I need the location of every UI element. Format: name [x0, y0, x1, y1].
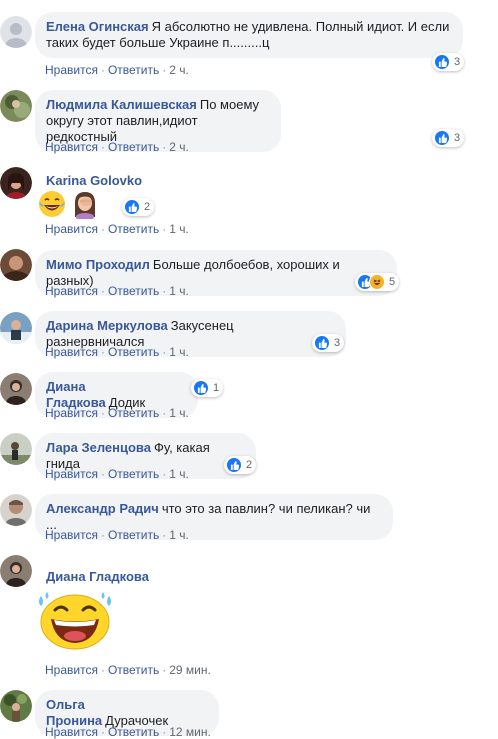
comment-time[interactable]: 1 ч.: [169, 467, 189, 481]
like-button[interactable]: Нравится: [45, 222, 98, 236]
comment-bubble: Диана Гладкова: [35, 562, 235, 592]
avatar[interactable]: [0, 312, 32, 344]
reply-button[interactable]: Ответить: [108, 140, 159, 154]
comment-time[interactable]: 2 ч.: [169, 140, 189, 154]
comment-time[interactable]: 1 ч.: [169, 222, 189, 236]
reaction-count-value: 2: [246, 459, 253, 471]
avatar[interactable]: [0, 16, 32, 48]
reply-button[interactable]: Ответить: [108, 63, 159, 77]
comment-author[interactable]: Дарина Меркулова: [46, 318, 168, 333]
reaction-count-value: 3: [334, 337, 341, 349]
comment-author[interactable]: Karina Golovko: [46, 173, 142, 188]
reaction-count[interactable]: 3: [432, 53, 465, 71]
avatar[interactable]: [0, 690, 32, 722]
like-button[interactable]: Нравится: [45, 284, 98, 298]
comment-time[interactable]: 29 мин.: [169, 663, 211, 677]
reaction-count[interactable]: 5: [355, 273, 400, 291]
comment-actions: Нравится · Ответить · 1 ч.: [45, 222, 189, 236]
reply-button[interactable]: Ответить: [108, 663, 159, 677]
reaction-count-value: 3: [454, 56, 461, 68]
reaction-count-value: 3: [454, 132, 461, 144]
comment-actions: Нравится · Ответить · 1 ч.: [45, 406, 189, 420]
comment-time[interactable]: 1 ч.: [169, 345, 189, 359]
like-reaction-icon: [434, 130, 450, 146]
laughing-sticker: [35, 590, 115, 653]
reply-button[interactable]: Ответить: [108, 222, 159, 236]
reaction-count-value: 1: [213, 382, 220, 394]
like-reaction-icon: [124, 199, 140, 215]
like-button[interactable]: Нравится: [45, 467, 98, 481]
reply-button[interactable]: Ответить: [108, 284, 159, 298]
comment-actions: Нравится · Ответить · 12 мин.: [45, 725, 211, 739]
comment-bubble: Елена Огинская Я абсолютно не удивлена. П…: [35, 12, 463, 58]
comment-actions: Нравится · Ответить · 2 ч.: [45, 63, 189, 77]
reply-button[interactable]: Ответить: [108, 406, 159, 420]
reaction-count[interactable]: 3: [432, 129, 465, 147]
like-reaction-icon: [226, 457, 242, 473]
like-button[interactable]: Нравится: [45, 663, 98, 677]
avatar[interactable]: [0, 167, 32, 199]
reaction-count[interactable]: 1: [191, 379, 224, 397]
comment-time[interactable]: 12 мин.: [169, 725, 211, 739]
comment-time[interactable]: 1 ч.: [169, 528, 189, 542]
facepalm-woman-emoji: [70, 189, 100, 222]
reaction-count[interactable]: 2: [224, 456, 257, 474]
avatar[interactable]: [0, 494, 32, 526]
comment-author[interactable]: Мимо Проходил: [46, 257, 150, 272]
comment-actions: Нравится · Ответить · 1 ч.: [45, 467, 189, 481]
comment-time[interactable]: 1 ч.: [169, 284, 189, 298]
like-reaction-icon: [314, 335, 330, 351]
reaction-count[interactable]: 3: [312, 334, 345, 352]
reply-button[interactable]: Ответить: [108, 528, 159, 542]
like-button[interactable]: Нравится: [45, 725, 98, 739]
avatar[interactable]: [0, 555, 32, 587]
comment-author[interactable]: Лара Зеленцова: [46, 440, 151, 455]
comment-actions: Нравится · Ответить · 1 ч.: [45, 284, 189, 298]
reply-button[interactable]: Ответить: [108, 725, 159, 739]
avatar[interactable]: [0, 373, 32, 405]
reaction-count-value: 2: [144, 201, 151, 213]
comment-time[interactable]: 1 ч.: [169, 406, 189, 420]
reply-button[interactable]: Ответить: [108, 467, 159, 481]
comment-author[interactable]: Елена Огинская: [46, 19, 149, 34]
comment-author[interactable]: Диана Гладкова: [46, 569, 149, 584]
comment-actions: Нравится · Ответить · 1 ч.: [45, 528, 189, 542]
reaction-count[interactable]: 2: [122, 198, 155, 216]
comment-actions: Нравится · Ответить · 2 ч.: [45, 140, 189, 154]
reaction-count-value: 5: [389, 276, 396, 288]
comment-author[interactable]: Людмила Калишевская: [46, 97, 197, 112]
comment-author[interactable]: Ольга Пронина: [46, 697, 102, 728]
comment-author[interactable]: Александр Радич: [46, 501, 159, 516]
avatar[interactable]: [0, 433, 32, 465]
like-button[interactable]: Нравится: [45, 528, 98, 542]
avatar[interactable]: [0, 90, 32, 122]
comment-actions: Нравится · Ответить · 1 ч.: [45, 345, 189, 359]
avatar[interactable]: [0, 249, 32, 281]
reply-button[interactable]: Ответить: [108, 345, 159, 359]
like-button[interactable]: Нравится: [45, 63, 98, 77]
like-button[interactable]: Нравится: [45, 345, 98, 359]
like-reaction-icon: [193, 380, 209, 396]
like-button[interactable]: Нравится: [45, 140, 98, 154]
comment-time[interactable]: 2 ч.: [169, 63, 189, 77]
haha-reaction-icon: [369, 274, 385, 290]
like-reaction-icon: [434, 54, 450, 70]
like-button[interactable]: Нравится: [45, 406, 98, 420]
laughing-crying-emoji: [37, 189, 67, 222]
comment-actions: Нравится · Ответить · 29 мин.: [45, 663, 211, 677]
